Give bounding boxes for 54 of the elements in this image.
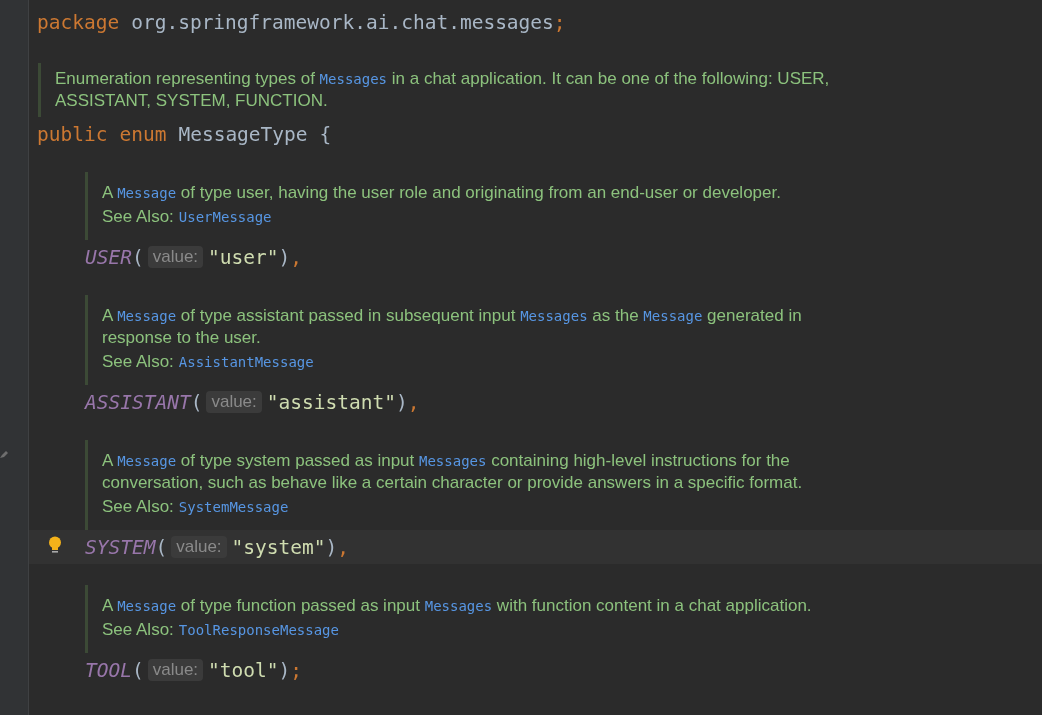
class-name: MessageType	[178, 122, 308, 146]
brace: {	[319, 122, 332, 146]
paren: )	[325, 535, 338, 559]
paren: )	[278, 658, 291, 682]
code-link[interactable]: Message	[117, 308, 177, 324]
keyword: public	[37, 122, 108, 146]
code-link[interactable]: Message	[117, 185, 177, 201]
doc-comment-text: A Message of type assistant passed in subsequent input Messages as the Message generated in response to the user.	[102, 305, 803, 349]
code-link[interactable]: Message	[117, 453, 177, 469]
parameter-hint: value:	[147, 246, 204, 268]
pencil-icon[interactable]	[0, 450, 9, 458]
keyword: enum	[119, 122, 167, 146]
punctuation: ,	[337, 535, 349, 559]
paren: (	[131, 245, 144, 269]
see-also-link[interactable]: AssistantMessage	[178, 354, 314, 370]
paren: )	[395, 390, 408, 414]
paren: (	[155, 535, 168, 559]
lightbulb-icon[interactable]	[48, 536, 62, 554]
doc-comment-text: A Message of type user, having the user role and originating from an end-user or developer.	[102, 182, 782, 204]
code-link[interactable]: Messages	[319, 71, 388, 87]
paren: (	[131, 658, 144, 682]
punctuation: ;	[290, 658, 303, 682]
code-link[interactable]: Message	[643, 308, 703, 324]
semicolon: ;	[553, 10, 566, 34]
see-also-label: See Also:	[102, 352, 174, 372]
see-also-label: See Also:	[102, 497, 174, 517]
doc-comment-text: A Message of type system passed as input Messages containing high-level instructions for the conversation, such as behave like a certain character or provide answers in a specific format.	[102, 450, 804, 494]
see-also-link[interactable]: SystemMessage	[178, 499, 289, 515]
see-also-link[interactable]: UserMessage	[178, 209, 272, 225]
code-link[interactable]: Message	[117, 598, 177, 614]
punctuation: ,	[290, 245, 303, 269]
code-link[interactable]: Messages	[424, 598, 493, 614]
enum-constant: TOOL	[85, 658, 132, 682]
doc-comment-text: Enumeration representing types of Messages in a chat application. It can be one of the following: USER, ASSISTANT, SYSTEM, FUNCTION.	[55, 68, 831, 112]
keyword: package	[37, 10, 120, 34]
parameter-hint: value:	[147, 659, 204, 681]
see-also-label: See Also:	[102, 207, 174, 227]
code-link[interactable]: Messages	[520, 308, 588, 324]
code-link[interactable]: Messages	[419, 453, 487, 469]
package-name: org.springframework.ai.chat.messages	[131, 10, 554, 34]
enum-constant: USER	[85, 245, 132, 269]
parameter-hint: value:	[171, 536, 227, 558]
parameter-hint: value:	[206, 391, 262, 413]
enum-constant: ASSISTANT	[85, 390, 191, 414]
string-literal: "assistant"	[266, 390, 396, 414]
punctuation: ,	[407, 390, 420, 414]
string-literal: "tool"	[208, 658, 279, 682]
see-also-label: See Also:	[102, 620, 174, 640]
doc-comment-text: A Message of type function passed as input Messages with function content in a chat application.	[102, 595, 813, 617]
enum-constant: SYSTEM	[85, 535, 156, 559]
string-literal: "user"	[208, 245, 279, 269]
paren: )	[278, 245, 291, 269]
see-also-link[interactable]: ToolResponseMessage	[178, 622, 339, 638]
string-literal: "system"	[231, 535, 326, 559]
